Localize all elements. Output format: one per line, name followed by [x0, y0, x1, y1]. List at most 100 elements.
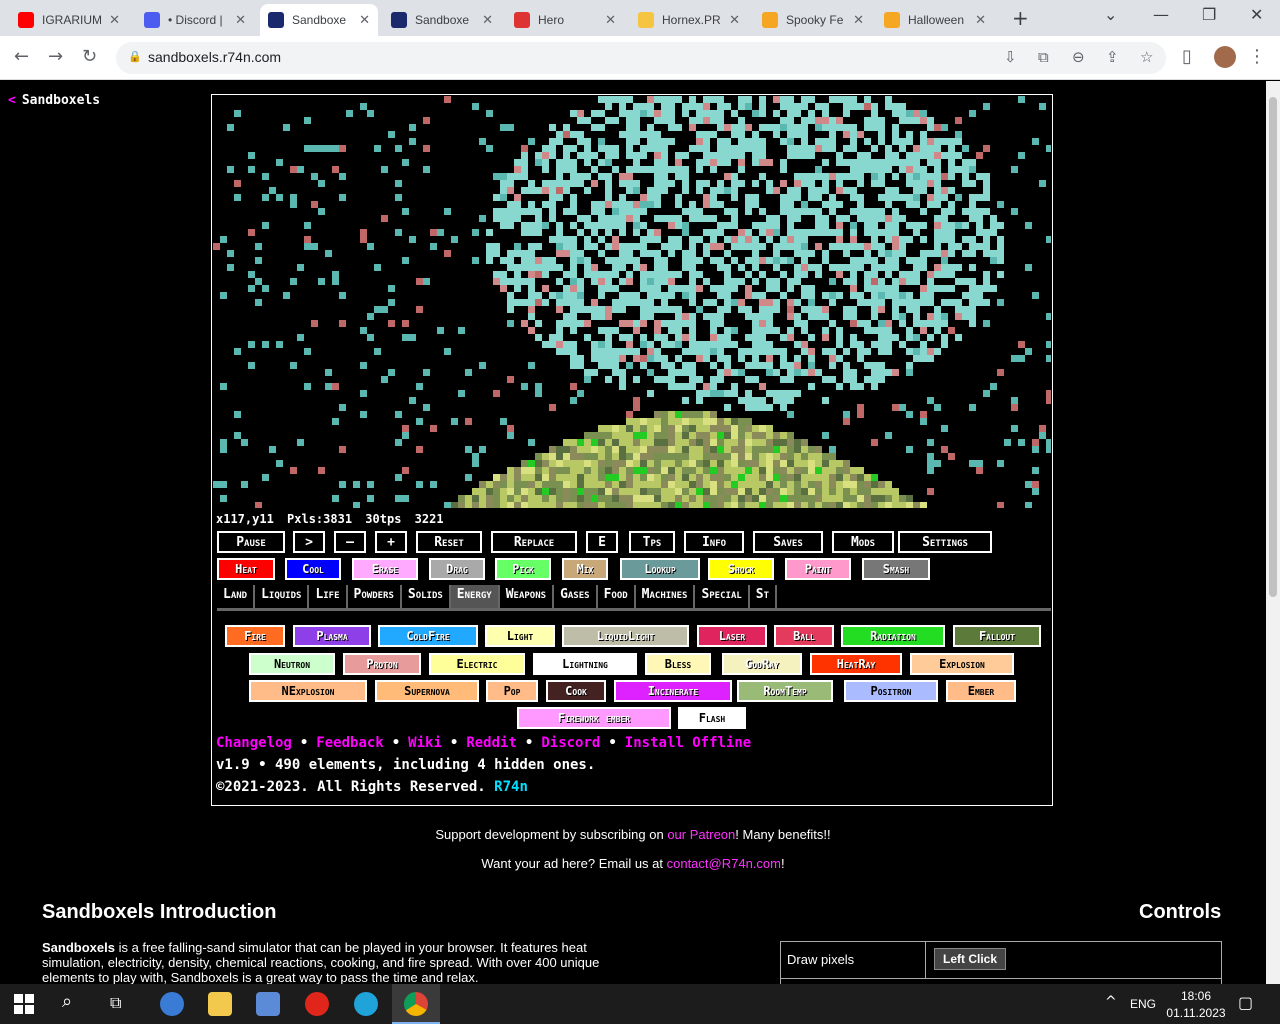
contact-email-link[interactable]: contact@R74n.com — [667, 856, 781, 871]
element-button-electric[interactable]: Electric — [429, 653, 525, 675]
footer-link-reddit[interactable]: Reddit — [466, 735, 517, 751]
element-button-cook[interactable]: Cook — [546, 680, 606, 702]
element-button-ball[interactable]: Ball — [774, 625, 834, 647]
control-button-[interactable]: + — [375, 531, 407, 553]
control-button-pause[interactable]: Pause — [217, 531, 285, 553]
notification-icon[interactable]: ▢ — [1238, 993, 1253, 1012]
author-link[interactable]: R74n — [494, 779, 528, 795]
element-button-plasma[interactable]: Plasma — [293, 625, 371, 647]
back-link[interactable]: < Sandboxels — [8, 93, 100, 108]
browser-tab[interactable]: Hornex.PR ✕ — [630, 4, 748, 36]
control-button-saves[interactable]: Saves — [753, 531, 823, 553]
tab-close-icon[interactable]: ✕ — [235, 12, 246, 28]
language-indicator[interactable]: ENG — [1130, 997, 1156, 1011]
minimize-button[interactable]: — — [1153, 5, 1169, 24]
control-button-[interactable]: > — [293, 531, 325, 553]
footer-link-changelog[interactable]: Changelog — [216, 735, 292, 751]
browser-tab[interactable]: Sandboxe ✕ — [383, 4, 501, 36]
side-panel-icon[interactable]: ▯ — [1182, 46, 1192, 67]
tab-close-icon[interactable]: ✕ — [109, 12, 120, 28]
element-button-fire[interactable]: Fire — [225, 625, 285, 647]
forward-arrow-icon[interactable]: → — [48, 46, 63, 67]
tool-button-mix[interactable]: Mix — [562, 558, 608, 580]
element-button-ember[interactable]: Ember — [946, 680, 1016, 702]
control-button-reset[interactable]: Reset — [416, 531, 482, 553]
element-button-firework-ember[interactable]: Firework ember — [517, 707, 671, 729]
tool-button-cool[interactable]: Cool — [285, 558, 341, 580]
tab-close-icon[interactable]: ✕ — [605, 12, 616, 28]
control-button-info[interactable]: Info — [684, 531, 744, 553]
back-arrow-icon[interactable]: ← — [14, 46, 29, 67]
share-icon[interactable]: ⇪ — [1106, 48, 1119, 66]
category-tab-life[interactable]: Life — [309, 585, 348, 608]
bookmark-star-icon[interactable]: ☆ — [1140, 48, 1153, 66]
zoom-icon[interactable]: ⊖ — [1072, 48, 1085, 66]
tool-button-pick[interactable]: Pick — [495, 558, 551, 580]
chrome-taskbar-item[interactable] — [392, 984, 440, 1024]
element-button-nexplosion[interactable]: NExplosion — [249, 680, 367, 702]
category-tab-weapons[interactable]: Weapons — [500, 585, 555, 608]
tab-search-icon[interactable]: ⌄ — [1104, 5, 1117, 24]
page-scrollbar[interactable] — [1266, 81, 1280, 984]
scrollbar-thumb[interactable] — [1269, 97, 1277, 597]
browser-tab[interactable]: Hero ✕ — [506, 4, 624, 36]
tool-button-erase[interactable]: Erase — [352, 558, 418, 580]
element-button-light[interactable]: Light — [485, 625, 555, 647]
browser-tab[interactable]: Sandboxe ✕ — [260, 4, 378, 36]
browser-tab[interactable]: Halloween ✕ — [876, 4, 994, 36]
restore-button[interactable]: ❐ — [1202, 5, 1216, 24]
tool-button-smash[interactable]: Smash — [862, 558, 930, 580]
control-button-replace[interactable]: Replace — [491, 531, 577, 553]
control-button-e[interactable]: E — [586, 531, 618, 553]
omnibox[interactable]: 🔒 sandboxels.r74n.com ⇩ ⧉ ⊖ ⇪ ☆ — [116, 42, 1166, 74]
footer-link-discord[interactable]: Discord — [541, 735, 600, 751]
browser-tab[interactable]: Spooky Fe ✕ — [754, 4, 872, 36]
category-tab-solids[interactable]: Solids — [402, 585, 451, 608]
file-explorer-icon[interactable] — [208, 992, 232, 1016]
translate-icon[interactable]: ⧉ — [1038, 48, 1049, 66]
control-panel-icon[interactable] — [256, 992, 280, 1016]
profile-avatar[interactable] — [1214, 46, 1236, 68]
tab-close-icon[interactable]: ✕ — [482, 12, 493, 28]
element-button-pop[interactable]: Pop — [486, 680, 538, 702]
element-button-positron[interactable]: Positron — [844, 680, 938, 702]
windows-start-icon[interactable] — [14, 994, 34, 1014]
new-tab-button[interactable]: + — [1012, 6, 1029, 30]
element-button-heatray[interactable]: HeatRay — [810, 653, 902, 675]
clock[interactable]: 18:06 01.11.2023 — [1166, 988, 1226, 1022]
reload-icon[interactable]: ↻ — [82, 46, 97, 67]
chevron-up-icon[interactable]: ^ — [1105, 994, 1117, 1010]
element-button-coldfire[interactable]: ColdFire — [378, 625, 478, 647]
footer-link-feedback[interactable]: Feedback — [316, 735, 383, 751]
category-tab-food[interactable]: Food — [598, 585, 636, 608]
element-button-proton[interactable]: Proton — [343, 653, 421, 675]
element-button-explosion[interactable]: Explosion — [910, 653, 1014, 675]
category-tab-liquids[interactable]: Liquids — [255, 585, 310, 608]
category-tab-land[interactable]: Land — [217, 585, 256, 608]
task-view-icon[interactable]: ⧉ — [110, 993, 121, 1013]
tool-button-drag[interactable]: Drag — [429, 558, 485, 580]
category-tab-special[interactable]: Special — [695, 585, 750, 608]
category-tab-st[interactable]: St — [750, 585, 778, 608]
control-button-tps[interactable]: Tps — [629, 531, 675, 553]
control-button-settings[interactable]: Settings — [898, 531, 992, 553]
control-button-[interactable]: – — [334, 531, 366, 553]
tab-close-icon[interactable]: ✕ — [853, 12, 864, 28]
browser-tab[interactable]: IGRARIUM ✕ — [10, 4, 128, 36]
element-button-godray[interactable]: GodRay — [722, 653, 802, 675]
footer-link-wiki[interactable]: Wiki — [408, 735, 442, 751]
element-button-liquidlight[interactable]: LiquidLight — [562, 625, 689, 647]
browser-tab[interactable]: • Discord | ✕ — [136, 4, 254, 36]
tab-close-icon[interactable]: ✕ — [975, 12, 986, 28]
tool-button-shock[interactable]: Shock — [708, 558, 774, 580]
tool-button-heat[interactable]: Heat — [217, 558, 275, 580]
element-button-supernova[interactable]: Supernova — [375, 680, 479, 702]
opera-icon[interactable] — [305, 992, 329, 1016]
patreon-link[interactable]: our Patreon — [667, 827, 735, 842]
element-button-laser[interactable]: Laser — [697, 625, 767, 647]
close-window-button[interactable]: ✕ — [1250, 5, 1263, 24]
category-tab-gases[interactable]: Gases — [554, 585, 598, 608]
tool-button-lookup[interactable]: Lookup — [620, 558, 700, 580]
menu-icon[interactable]: ⋮ — [1248, 46, 1266, 67]
footer-link-install-offline[interactable]: Install Offline — [625, 735, 751, 751]
